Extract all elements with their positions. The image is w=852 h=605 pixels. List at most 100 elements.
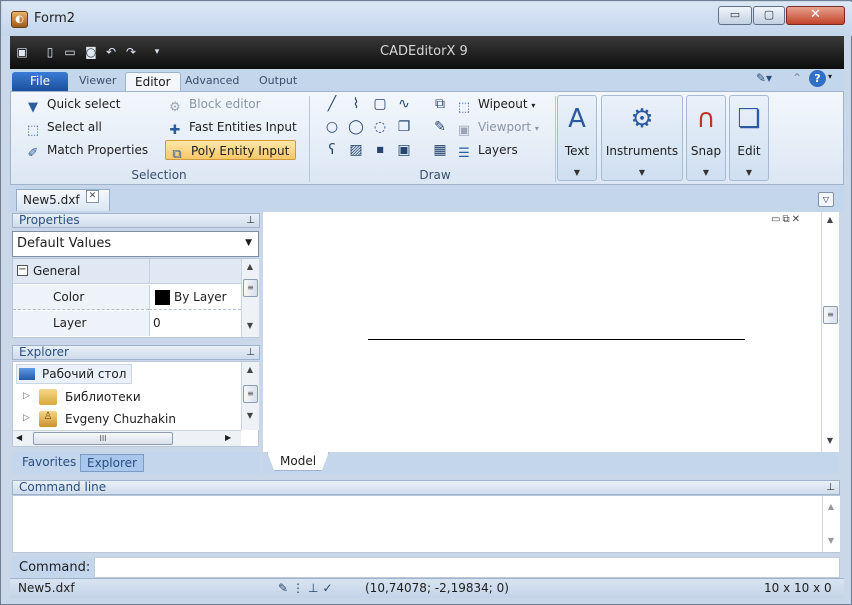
copy-icon[interactable]: ❐ [396, 119, 412, 135]
rectangle-icon[interactable]: ▢ [372, 96, 388, 112]
minimize-button[interactable]: ▭ [718, 6, 752, 25]
close-button[interactable]: ✕ [786, 6, 845, 25]
select-all-button[interactable]: ⬚ Select all [25, 117, 102, 138]
scroll-up-icon[interactable]: ▲ [822, 215, 838, 224]
expand-icon[interactable]: ▷ [23, 413, 30, 423]
instruments-icon: ⚙ [630, 104, 654, 134]
horizontal-scrollbar[interactable]: ◀ III ▶ [13, 430, 241, 446]
save-icon[interactable]: ◙ [84, 45, 98, 59]
image-icon[interactable]: ▣ [396, 142, 412, 158]
edit-button[interactable]: ❏ Edit ▼ [729, 95, 769, 181]
quick-select-button[interactable]: ▼ Quick select [25, 94, 121, 115]
vertical-scrollbar[interactable]: ▲ ≡ ▼ [241, 259, 259, 337]
match-properties-button[interactable]: ✐ Match Properties [25, 140, 149, 161]
tab-favorites[interactable]: Favorites [16, 454, 82, 472]
insert-block-icon[interactable]: ⧉ [432, 96, 448, 112]
tab-viewer[interactable]: Viewer [70, 72, 125, 91]
tab-editor[interactable]: Editor [125, 72, 181, 91]
document-tab-label: New5.dxf [23, 193, 80, 207]
customize-icon[interactable]: ▾ [150, 45, 164, 59]
wipeout-button[interactable]: ⬚ Wipeout ▾ [456, 94, 536, 115]
table-icon[interactable]: ▦ [432, 142, 448, 158]
new-file-icon[interactable]: ▯ [43, 45, 57, 59]
pin-icon[interactable]: ⊥ [826, 481, 835, 494]
undo-icon[interactable]: ↶ [104, 45, 118, 59]
drawn-line[interactable] [368, 339, 745, 340]
group-row[interactable]: − General [13, 259, 149, 284]
tree-item-libraries[interactable]: ▷ Библиотеки [23, 388, 203, 408]
vertical-scrollbar[interactable]: ▲ ▼ [822, 496, 840, 552]
minimize-ribbon-icon[interactable]: ⌃ [792, 71, 802, 85]
poly-entity-input-button[interactable]: ⧉ Poly Entity Input [165, 140, 297, 162]
tab-file[interactable]: File [12, 72, 68, 91]
status-snap-icons[interactable]: ✎⋮⊥✓ [278, 581, 337, 595]
circle-icon[interactable]: ○ [324, 119, 340, 135]
scroll-up-icon[interactable]: ▲ [242, 262, 258, 271]
text-icon: A [568, 104, 586, 134]
scroll-down-icon[interactable]: ▼ [822, 436, 838, 445]
instruments-button[interactable]: ⚙ Instruments ▼ [601, 95, 683, 181]
redo-icon[interactable]: ↷ [124, 45, 138, 59]
layers-label: Layers [478, 143, 518, 157]
scroll-down-icon[interactable]: ▼ [242, 321, 258, 330]
open-folder-icon[interactable]: ▭ [63, 45, 77, 59]
vertical-scrollbar[interactable]: ▲ ≡ ▼ [241, 362, 259, 430]
tab-model[interactable]: Model [267, 452, 329, 471]
scroll-thumb[interactable]: III [33, 432, 173, 445]
document-list-icon[interactable]: ▽ [818, 192, 834, 207]
window-icon[interactable]: ▣ [15, 45, 29, 59]
property-value[interactable]: By Layer [149, 285, 241, 310]
scroll-up-icon[interactable]: ▲ [242, 365, 258, 374]
pin-icon[interactable]: ⊥ [246, 214, 255, 227]
tab-explorer[interactable]: Explorer [80, 454, 144, 472]
match-properties-label: Match Properties [47, 143, 149, 157]
snap-button[interactable]: ∩ Snap ▼ [686, 95, 726, 181]
ellipse-icon[interactable]: ◯ [348, 119, 364, 135]
style-icon[interactable]: ✎▾ [756, 71, 772, 85]
close-tab-icon[interactable]: ✕ [86, 190, 99, 203]
scroll-thumb[interactable]: ≡ [243, 385, 258, 403]
hatch-icon[interactable]: ▨ [348, 142, 364, 158]
line-icon[interactable]: ╱ [324, 96, 340, 112]
command-input[interactable] [94, 557, 840, 578]
collapse-icon[interactable]: − [17, 265, 28, 276]
layers-button[interactable]: ☰ Layers [456, 140, 518, 161]
tree-item-desktop[interactable]: Рабочий стол [16, 364, 132, 384]
polyline-icon[interactable]: ⌇ [348, 96, 364, 112]
app-icon[interactable]: ◐ [11, 11, 28, 28]
canvas-window-controls[interactable]: ▭⧉✕ [771, 214, 802, 225]
tab-advanced[interactable]: Advanced [176, 72, 248, 91]
properties-combo[interactable]: Default Values ▼ [12, 231, 259, 257]
fast-entities-input-button[interactable]: ✚ Fast Entities Input [167, 117, 297, 138]
scroll-thumb[interactable]: ≡ [823, 306, 838, 324]
point-icon[interactable]: ■ [372, 142, 388, 158]
arc-icon[interactable]: ◌ [372, 119, 388, 135]
help-icon[interactable]: ? [809, 70, 826, 87]
maximize-button[interactable]: ▢ [753, 6, 785, 25]
help-dropdown-icon[interactable]: ▾ [828, 72, 832, 81]
pin-icon[interactable]: ⊥ [246, 346, 255, 359]
scroll-up-icon[interactable]: ▲ [823, 502, 839, 511]
scroll-left-icon[interactable]: ◀ [16, 433, 22, 442]
tree-item-user[interactable]: ▷ ♙ Evgeny Chuzhakin [23, 410, 203, 430]
text-button[interactable]: A Text ▼ [557, 95, 597, 181]
expand-icon[interactable]: ▷ [23, 391, 30, 401]
tab-output[interactable]: Output [250, 72, 306, 91]
spline-icon[interactable]: ∿ [396, 96, 412, 112]
group-row-fill [149, 259, 241, 284]
pen-icon[interactable]: ✎ [432, 119, 448, 135]
scroll-thumb[interactable]: ≡ [243, 279, 258, 297]
block-editor-button[interactable]: ⚙ Block editor [167, 94, 260, 115]
curve-icon[interactable]: ʕ [324, 142, 340, 158]
property-value[interactable]: 0 [149, 311, 241, 336]
viewport-button[interactable]: ▣ Viewport ▾ [456, 117, 539, 138]
scroll-down-icon[interactable]: ▼ [823, 536, 839, 545]
quick-select-label: Quick select [47, 97, 121, 111]
scroll-right-icon[interactable]: ▶ [225, 433, 231, 442]
block-editor-icon: ⚙ [169, 100, 181, 115]
brush-icon: ✐ [27, 146, 39, 161]
funnel-icon: ▼ [28, 100, 38, 115]
canvas-vertical-scrollbar[interactable]: ▲ ≡ ▼ [821, 212, 839, 452]
drawing-canvas[interactable]: ▭⧉✕ ▲ ≡ ▼ [263, 212, 839, 452]
scroll-down-icon[interactable]: ▼ [242, 411, 258, 420]
